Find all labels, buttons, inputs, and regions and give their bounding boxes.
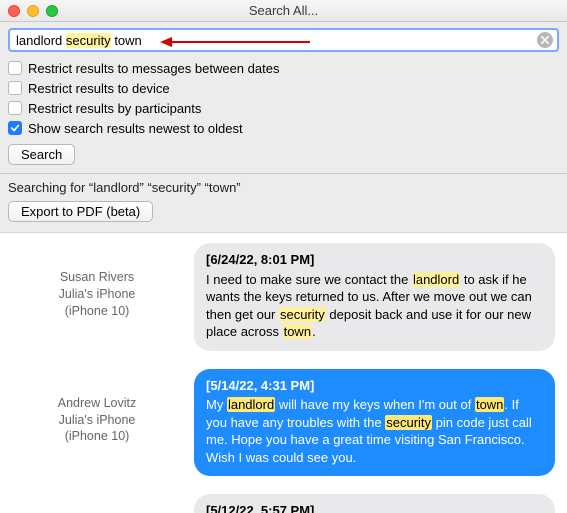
device-model: (iPhone 10)	[12, 303, 182, 320]
search-term: security	[66, 33, 111, 48]
option-restrict-participants[interactable]: Restrict results by participants	[8, 98, 559, 118]
search-term: town	[114, 33, 141, 48]
result-meta: Kate Goldsmith Julia's iPhone (iPhone 10…	[12, 494, 182, 513]
app-window: Search All... landlord security town Res…	[0, 0, 567, 513]
highlight: landlord	[227, 397, 275, 412]
window-controls	[0, 5, 58, 17]
device-owner: Julia's iPhone	[12, 412, 182, 429]
checkbox[interactable]	[8, 61, 22, 75]
option-label: Restrict results by participants	[28, 101, 201, 116]
message-bubble: [5/12/22, 5:57 PM] I forgot my security …	[194, 494, 555, 513]
titlebar: Search All...	[0, 0, 567, 22]
option-restrict-device[interactable]: Restrict results to device	[8, 78, 559, 98]
search-options: Restrict results to messages between dat…	[8, 58, 559, 138]
search-term: landlord	[16, 33, 62, 48]
highlight: security	[385, 415, 432, 430]
status-text: Searching for “landlord” “security” “tow…	[8, 180, 559, 195]
zoom-window-button[interactable]	[46, 5, 58, 17]
close-window-button[interactable]	[8, 5, 20, 17]
device-owner: Julia's iPhone	[12, 286, 182, 303]
search-terms: landlord security town	[10, 33, 537, 48]
search-toolbar: landlord security town Restrict results …	[0, 22, 567, 174]
search-button[interactable]: Search	[8, 144, 75, 165]
results-list[interactable]: Susan Rivers Julia's iPhone (iPhone 10) …	[0, 233, 567, 513]
option-label: Restrict results to device	[28, 81, 170, 96]
message-body: I need to make sure we contact the landl…	[206, 272, 532, 340]
message-timestamp: [6/24/22, 8:01 PM]	[206, 251, 543, 269]
sender-name: Andrew Lovitz	[12, 395, 182, 412]
result-meta: Susan Rivers Julia's iPhone (iPhone 10)	[12, 243, 182, 351]
message-timestamp: [5/12/22, 5:57 PM]	[206, 502, 543, 513]
sender-name: Susan Rivers	[12, 269, 182, 286]
checkbox[interactable]	[8, 121, 22, 135]
message-body: My landlord will have my keys when I'm o…	[206, 397, 532, 465]
checkbox[interactable]	[8, 101, 22, 115]
option-newest-first[interactable]: Show search results newest to oldest	[8, 118, 559, 138]
window-title: Search All...	[0, 3, 567, 18]
device-model: (iPhone 10)	[12, 428, 182, 445]
option-label: Show search results newest to oldest	[28, 121, 243, 136]
option-label: Restrict results to messages between dat…	[28, 61, 279, 76]
highlight: security	[279, 307, 326, 322]
result-row: Susan Rivers Julia's iPhone (iPhone 10) …	[0, 233, 567, 359]
search-input[interactable]: landlord security town	[8, 28, 559, 52]
message-timestamp: [5/14/22, 4:31 PM]	[206, 377, 543, 395]
checkmark-icon	[10, 123, 20, 133]
option-restrict-dates[interactable]: Restrict results to messages between dat…	[8, 58, 559, 78]
highlight: landlord	[412, 272, 460, 287]
result-row: Andrew Lovitz Julia's iPhone (iPhone 10)…	[0, 359, 567, 485]
result-row: Kate Goldsmith Julia's iPhone (iPhone 10…	[0, 484, 567, 513]
highlight: town	[475, 397, 504, 412]
export-pdf-button[interactable]: Export to PDF (beta)	[8, 201, 153, 222]
checkbox[interactable]	[8, 81, 22, 95]
clear-search-button[interactable]	[537, 32, 553, 48]
result-meta: Andrew Lovitz Julia's iPhone (iPhone 10)	[12, 369, 182, 477]
message-bubble: [6/24/22, 8:01 PM] I need to make sure w…	[194, 243, 555, 351]
status-area: Searching for “landlord” “security” “tow…	[0, 174, 567, 233]
close-icon	[541, 36, 549, 44]
message-bubble: [5/14/22, 4:31 PM] My landlord will have…	[194, 369, 555, 477]
minimize-window-button[interactable]	[27, 5, 39, 17]
highlight: town	[283, 324, 312, 339]
